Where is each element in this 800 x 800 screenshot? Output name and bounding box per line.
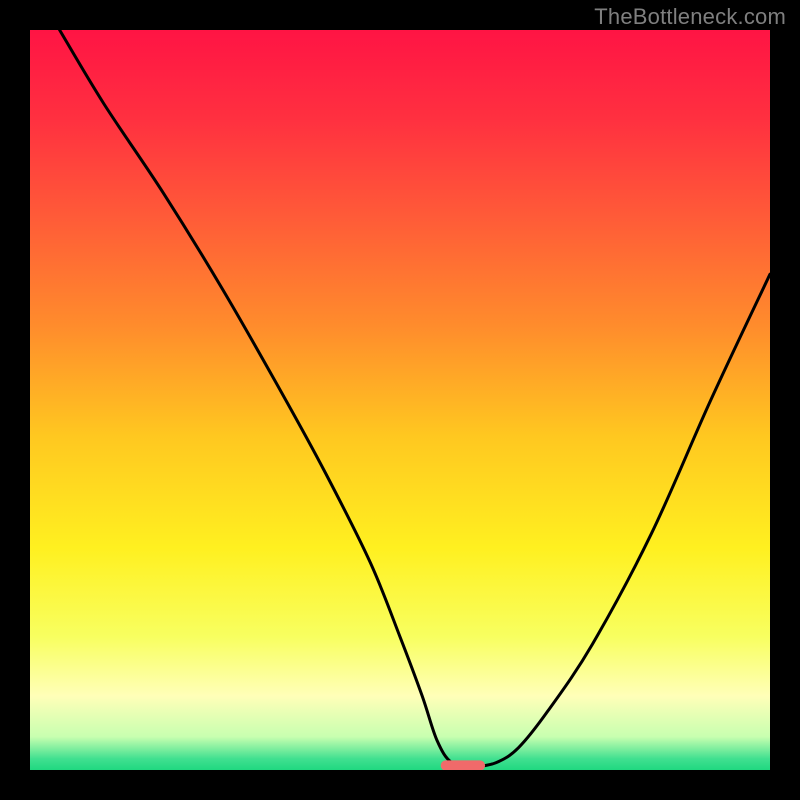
plot-area [30,30,770,770]
chart-svg [30,30,770,770]
watermark-text: TheBottleneck.com [594,4,786,30]
optimal-marker [441,760,485,770]
gradient-background [30,30,770,770]
chart-frame: TheBottleneck.com [0,0,800,800]
